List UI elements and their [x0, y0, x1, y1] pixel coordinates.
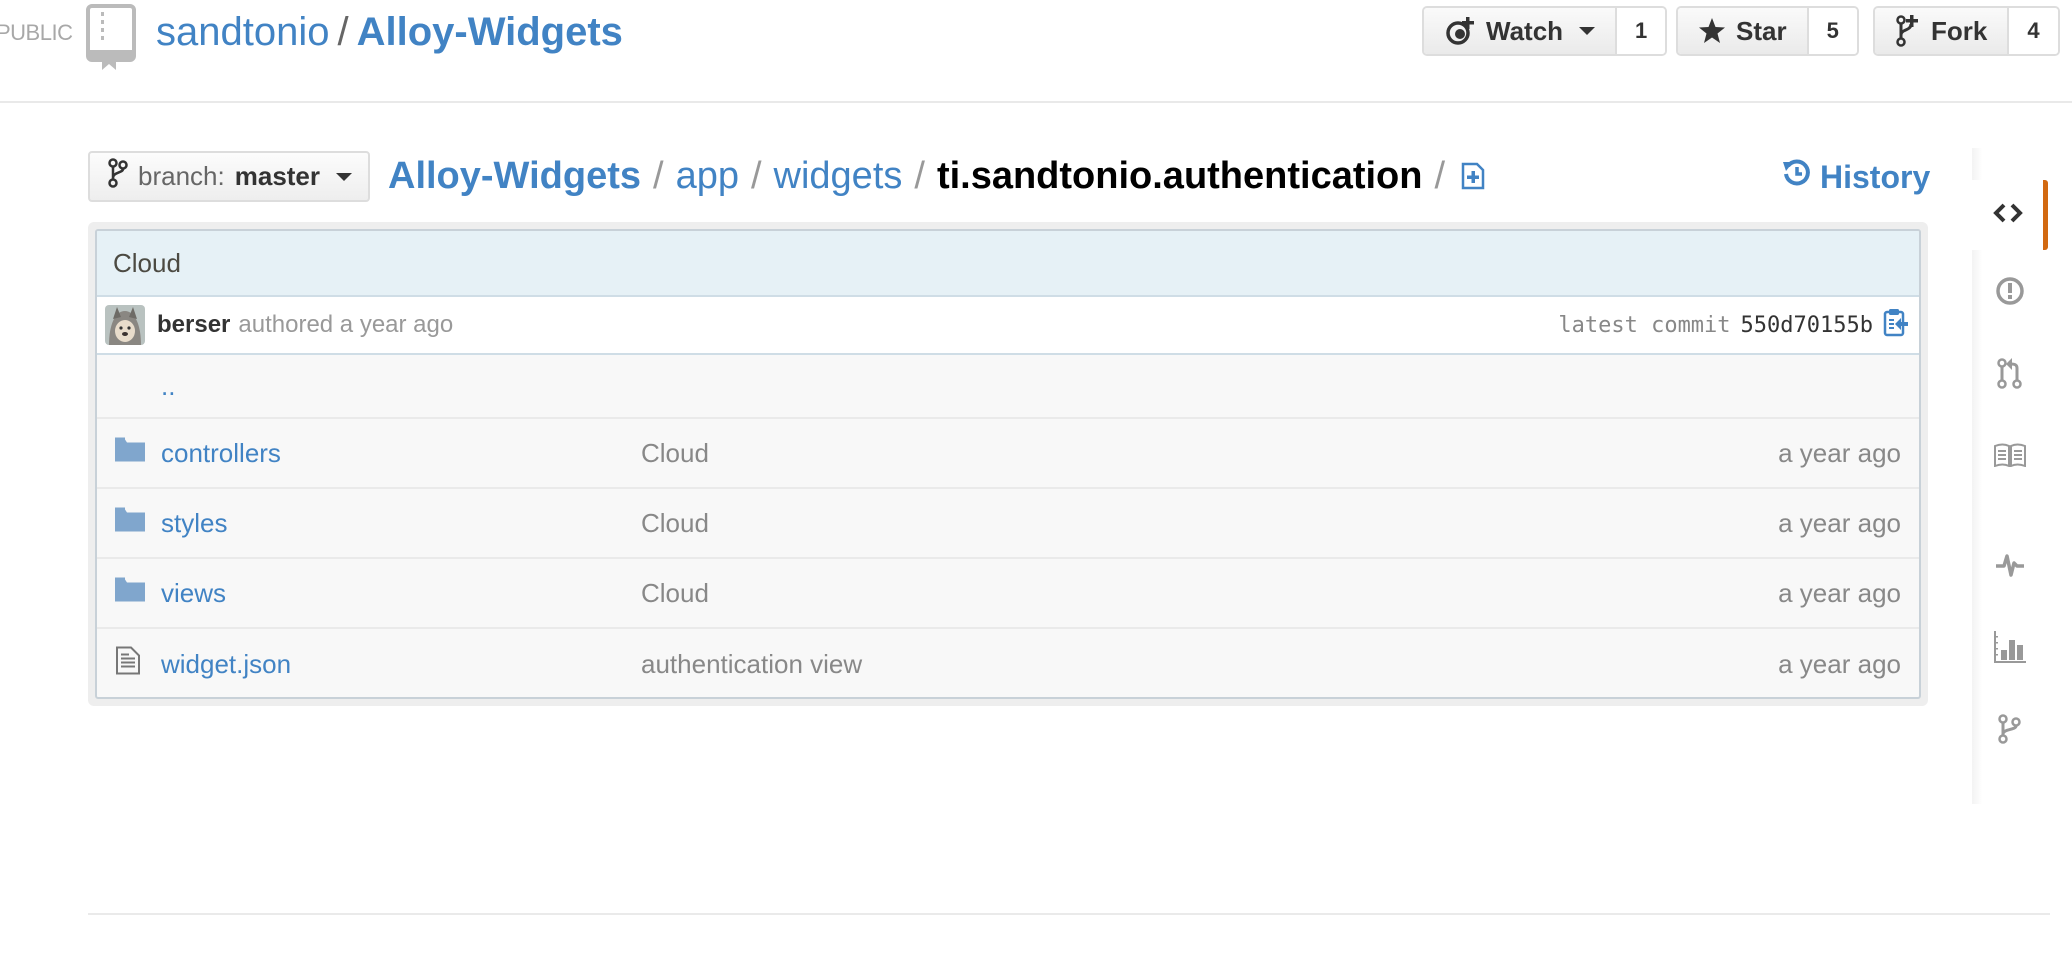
parent-directory-link[interactable]: ..	[161, 371, 175, 402]
file-age: a year ago	[1778, 648, 1901, 679]
file-name-link[interactable]: styles	[161, 508, 227, 539]
star-count[interactable]: 5	[1808, 8, 1857, 54]
file-commit-message[interactable]: Cloud	[641, 578, 709, 609]
breadcrumb-separator: /	[1434, 155, 1446, 197]
file-text-icon	[115, 646, 141, 683]
table-row: styles Cloud a year ago	[97, 489, 1919, 559]
repo-title: sandtonio / Alloy-Widgets	[156, 8, 623, 56]
breadcrumb-separator: /	[750, 155, 762, 197]
breadcrumb-link-widgets[interactable]: widgets	[774, 150, 903, 202]
repo-icon	[86, 4, 136, 70]
file-age: a year ago	[1778, 577, 1901, 608]
file-commit-message[interactable]: Cloud	[641, 508, 709, 539]
branch-label: branch:	[138, 161, 225, 191]
parent-directory-row[interactable]: ..	[97, 355, 1919, 419]
repo-forked-icon	[1895, 15, 1921, 47]
history-icon	[1782, 158, 1812, 196]
branch-value: master	[234, 161, 321, 191]
git-pull-request-icon	[1997, 357, 2023, 394]
table-row: widget.json authentication view a year a…	[97, 629, 1919, 697]
fork-group: Fork 4	[1873, 6, 2060, 56]
file-navigation: Cloud berser authored a year ago latest …	[88, 222, 1928, 706]
breadcrumb: Alloy-Widgets / app / widgets / ti.sandt…	[388, 148, 1485, 204]
branch-select-button[interactable]: branch: master	[88, 151, 370, 202]
folder-icon	[115, 507, 145, 539]
file-age: a year ago	[1778, 437, 1901, 468]
fork-count[interactable]: 4	[2009, 8, 2058, 54]
breadcrumb-separator: /	[653, 155, 664, 197]
file-table: Cloud berser authored a year ago latest …	[95, 229, 1921, 699]
eye-icon	[1444, 17, 1476, 45]
git-branch-icon	[1998, 713, 2022, 749]
nav-wiki[interactable]	[1972, 422, 2048, 492]
breadcrumb-root-link[interactable]: Alloy-Widgets	[388, 150, 641, 202]
file-age: a year ago	[1778, 507, 1901, 538]
table-row: views Cloud a year ago	[97, 559, 1919, 629]
pulse-icon	[1995, 553, 2025, 582]
nav-pulse[interactable]	[1972, 532, 2048, 602]
nav-code[interactable]	[1972, 180, 2048, 250]
fork-label: Fork	[1931, 15, 1988, 46]
issue-opened-icon	[1995, 276, 2025, 311]
avatar[interactable]	[105, 305, 145, 345]
nav-graphs[interactable]	[1972, 614, 2048, 684]
breadcrumb-separator: /	[914, 155, 925, 197]
file-commit-message[interactable]: authentication view	[641, 649, 862, 680]
star-label: Star	[1736, 15, 1787, 46]
commit-meta: berser authored a year ago latest commit…	[97, 297, 1919, 355]
book-icon	[1994, 443, 2026, 472]
breadcrumb-current: ti.sandtonio.authentication	[936, 155, 1423, 197]
table-row: controllers Cloud a year ago	[97, 419, 1919, 489]
watch-group: Watch 1	[1422, 6, 1668, 56]
commit-author-link[interactable]: berser	[157, 311, 230, 339]
graph-icon	[1993, 630, 2027, 669]
star-group: Star 5	[1676, 6, 1859, 56]
title-separator: /	[337, 10, 349, 54]
clippy-icon[interactable]	[1883, 307, 1909, 343]
folder-icon	[115, 437, 145, 469]
caret-down-icon	[1579, 27, 1596, 35]
file-name-link[interactable]: views	[161, 578, 226, 609]
repo-nav	[1972, 148, 2048, 804]
nav-network[interactable]	[1972, 696, 2048, 766]
file-name-link[interactable]: widget.json	[161, 649, 291, 680]
commit-authored-time: authored a year ago	[238, 311, 454, 338]
history-link[interactable]: History	[1782, 158, 1930, 196]
watch-button[interactable]: Watch	[1424, 8, 1618, 54]
code-icon	[1992, 203, 2023, 228]
footer-divider	[88, 913, 2050, 915]
star-button[interactable]: Star	[1678, 8, 1809, 54]
latest-commit: latest commit 550d70155b	[1558, 307, 1909, 343]
file-commit-message[interactable]: Cloud	[641, 438, 709, 469]
repo-header: PUBLIC sandtonio / Alloy-Widgets Watch 1…	[0, 0, 2072, 103]
repo-name-link[interactable]: Alloy-Widgets	[357, 10, 623, 54]
caret-down-icon	[336, 172, 353, 181]
commit-sha-link[interactable]: 550d70155b	[1741, 313, 1873, 338]
repo-owner-link[interactable]: sandtonio	[156, 10, 329, 54]
nav-pull-requests[interactable]	[1972, 340, 2048, 410]
history-label: History	[1820, 158, 1931, 195]
commit-title[interactable]: Cloud	[97, 231, 1919, 297]
file-name-link[interactable]: controllers	[161, 438, 281, 469]
watch-label: Watch	[1486, 15, 1564, 46]
star-icon	[1698, 17, 1726, 45]
latest-commit-label: latest commit	[1558, 312, 1731, 338]
new-file-icon[interactable]	[1461, 152, 1485, 204]
git-branch-icon	[108, 158, 128, 195]
visibility-label: PUBLIC	[0, 20, 73, 45]
nav-issues[interactable]	[1972, 258, 2048, 328]
breadcrumb-link-app[interactable]: app	[676, 150, 739, 202]
watch-count[interactable]: 1	[1617, 8, 1666, 54]
fork-button[interactable]: Fork	[1875, 8, 2010, 54]
folder-icon	[115, 577, 145, 609]
